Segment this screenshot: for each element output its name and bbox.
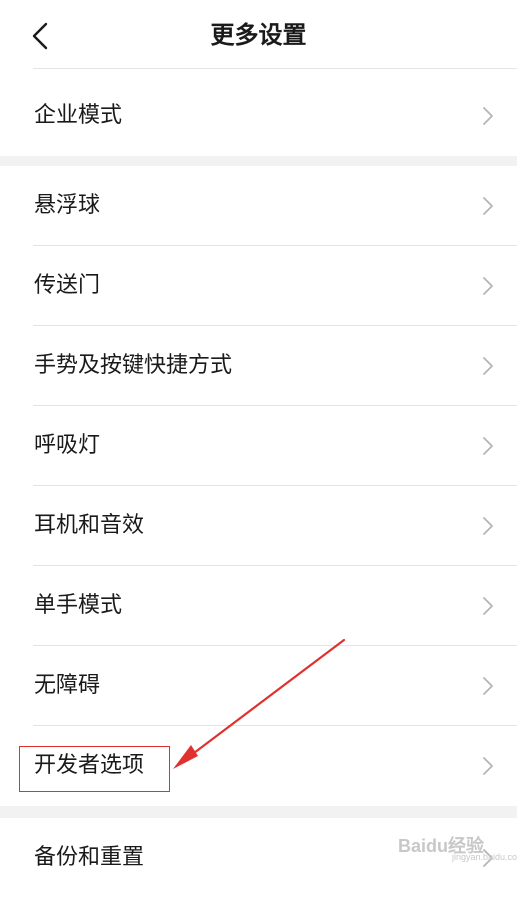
list-item-headphones-audio[interactable]: 耳机和音效 — [0, 486, 517, 566]
chevron-right-icon — [481, 196, 495, 216]
list-item-breathing-light[interactable]: 呼吸灯 — [0, 406, 517, 486]
section-gap — [0, 156, 517, 166]
list-item-label: 企业模式 — [34, 103, 123, 128]
list-item-gestures-shortcuts[interactable]: 手势及按键快捷方式 — [0, 326, 517, 406]
list-item-label: 手势及按键快捷方式 — [34, 353, 233, 378]
page-title: 更多设置 — [210, 21, 307, 49]
chevron-right-icon — [481, 676, 495, 696]
list-item-label: 无障碍 — [34, 673, 101, 698]
settings-group-2: 悬浮球 传送门 手势及按键快捷方式 呼吸灯 耳机和音效 单手模式 无障碍 开发者… — [0, 166, 517, 806]
watermark-subtext: jingyan.baidu.com — [452, 852, 517, 862]
list-item-label: 传送门 — [34, 273, 101, 298]
settings-group-1: 企业模式 — [0, 76, 517, 156]
list-item-accessibility[interactable]: 无障碍 — [0, 646, 517, 726]
baidu-watermark: Baidu经验 jingyan.baidu.com — [398, 830, 517, 870]
list-item-one-hand-mode[interactable]: 单手模式 — [0, 566, 517, 646]
section-gap — [0, 806, 517, 818]
annotation-highlight-box — [19, 746, 170, 792]
list-item-label: 备份和重置 — [34, 845, 145, 870]
list-item-portal[interactable]: 传送门 — [0, 246, 517, 326]
chevron-right-icon — [481, 276, 495, 296]
divider — [33, 68, 517, 69]
chevron-right-icon — [481, 516, 495, 536]
chevron-right-icon — [481, 596, 495, 616]
chevron-right-icon — [481, 436, 495, 456]
list-item-enterprise-mode[interactable]: 企业模式 — [0, 76, 517, 156]
list-item-label: 悬浮球 — [34, 193, 101, 218]
header-bar: 更多设置 — [0, 0, 517, 70]
list-item-label: 耳机和音效 — [34, 513, 145, 538]
chevron-right-icon — [481, 356, 495, 376]
chevron-right-icon — [481, 106, 495, 126]
chevron-right-icon — [481, 756, 495, 776]
list-item-label: 单手模式 — [34, 593, 123, 618]
list-item-label: 呼吸灯 — [34, 433, 101, 458]
list-item-floating-ball[interactable]: 悬浮球 — [0, 166, 517, 246]
